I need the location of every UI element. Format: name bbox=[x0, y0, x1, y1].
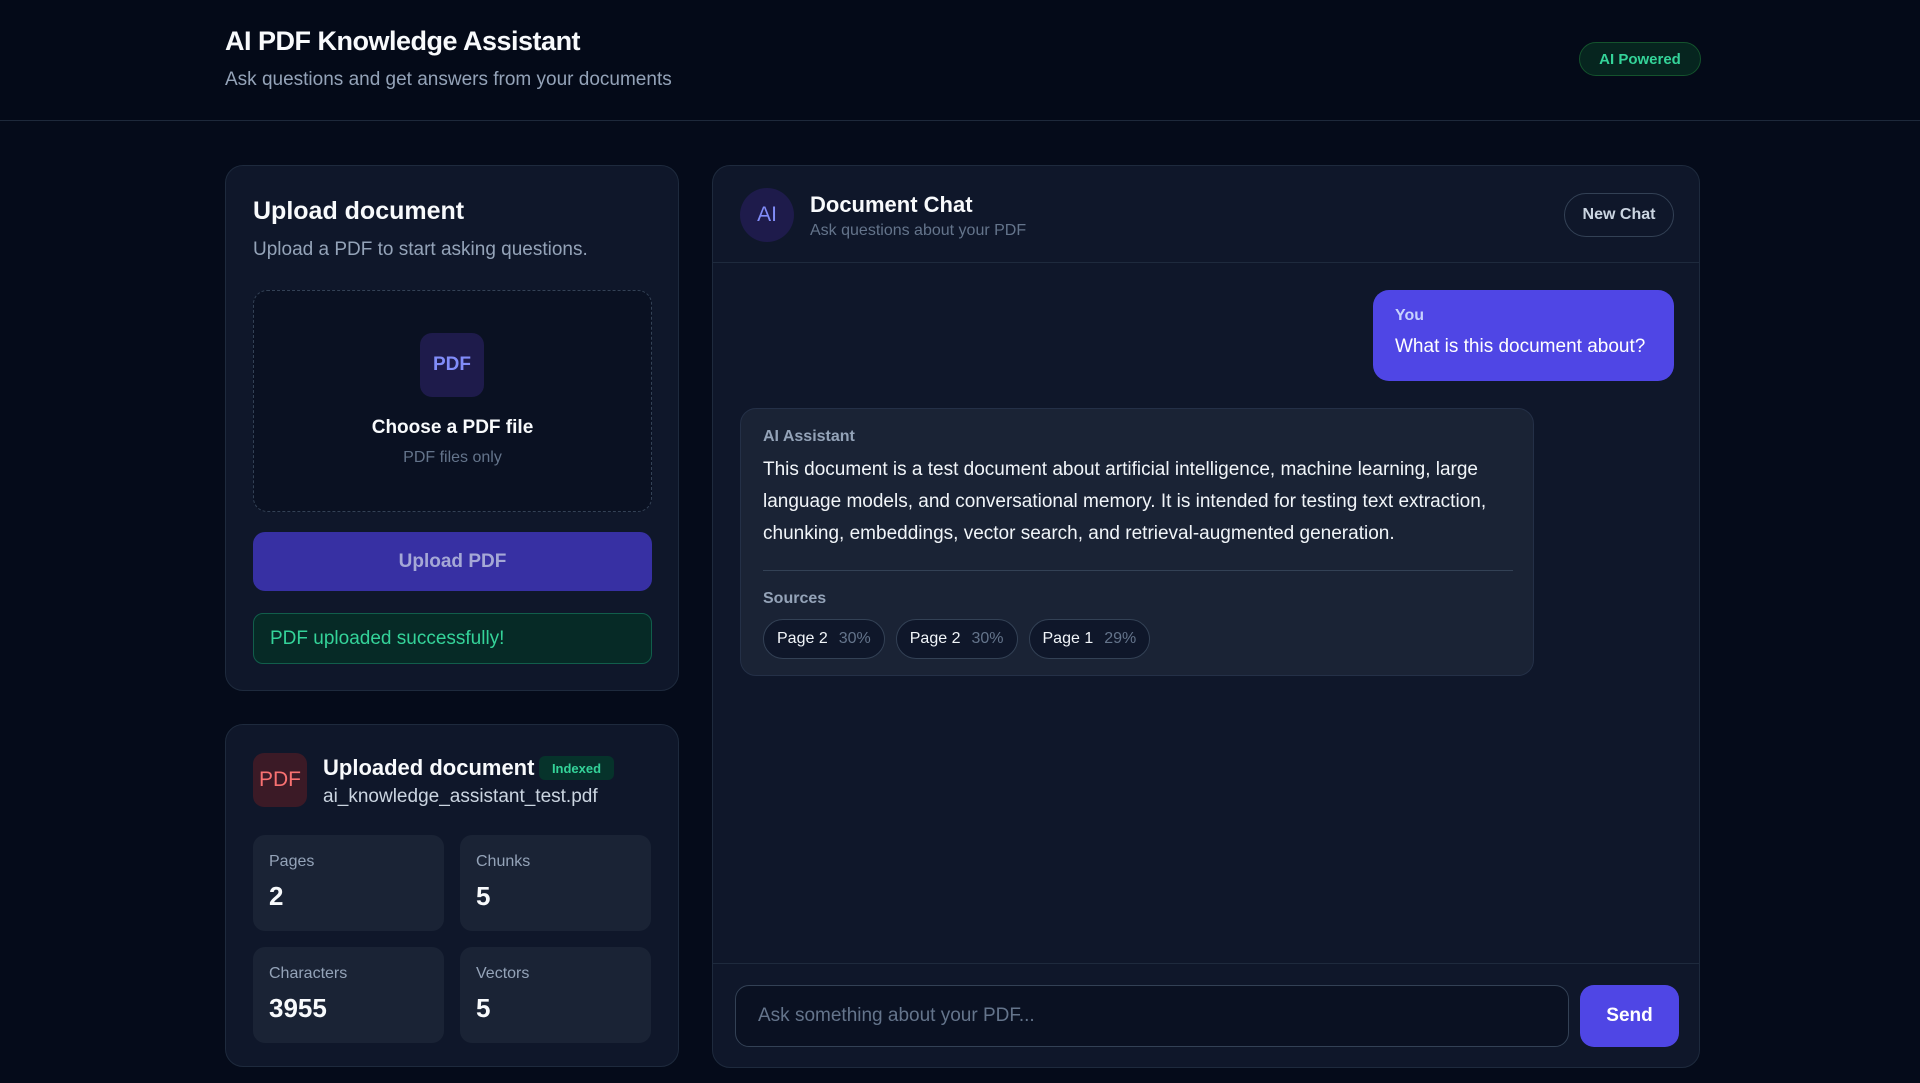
divider bbox=[763, 570, 1513, 571]
document-info-card: PDF Uploaded document Indexed ai_knowled… bbox=[225, 724, 679, 1067]
document-filename: ai_knowledge_assistant_test.pdf bbox=[323, 786, 598, 807]
stat-value: 5 bbox=[476, 881, 491, 911]
message-text: This document is a test document about a… bbox=[763, 459, 1487, 544]
chat-input[interactable] bbox=[735, 985, 1569, 1047]
upload-success-message: PDF uploaded successfully! bbox=[253, 613, 652, 664]
pdf-file-icon: PDF bbox=[420, 333, 484, 397]
stat-label: Characters bbox=[269, 965, 348, 982]
file-dropzone[interactable]: PDF Choose a PDF file PDF files only bbox=[253, 290, 652, 512]
ai-powered-badge: AI Powered bbox=[1579, 42, 1701, 76]
stat-label: Vectors bbox=[476, 965, 530, 982]
chat-subtitle: Ask questions about your PDF bbox=[810, 222, 1027, 239]
message-sender: You bbox=[1395, 307, 1425, 324]
upload-title: Upload document bbox=[253, 197, 465, 225]
stat-value: 2 bbox=[269, 881, 284, 911]
app-header: AI PDF Knowledge Assistant Ask questions… bbox=[0, 0, 1920, 121]
chat-input-bar: Send bbox=[713, 963, 1699, 1067]
pdf-document-icon: PDF bbox=[253, 753, 307, 807]
chat-panel: AI Document Chat Ask questions about you… bbox=[712, 165, 1700, 1068]
upload-subtitle: Upload a PDF to start asking questions. bbox=[253, 239, 588, 260]
source-chip[interactable]: Page 1 29% bbox=[1028, 619, 1151, 659]
source-page: Page 1 bbox=[1042, 630, 1094, 647]
source-score: 29% bbox=[1104, 630, 1137, 647]
stat-vectors: Vectors 5 bbox=[460, 947, 651, 1043]
indexed-badge: Indexed bbox=[539, 756, 614, 780]
stat-characters: Characters 3955 bbox=[253, 947, 444, 1043]
send-button[interactable]: Send bbox=[1580, 985, 1679, 1047]
chat-header: AI Document Chat Ask questions about you… bbox=[713, 166, 1699, 263]
source-chip[interactable]: Page 2 30% bbox=[895, 619, 1018, 659]
stat-value: 3955 bbox=[269, 993, 327, 1023]
upload-pdf-button[interactable]: Upload PDF bbox=[253, 532, 652, 591]
source-score: 30% bbox=[838, 630, 871, 647]
assistant-message: AI Assistant This document is a test doc… bbox=[740, 408, 1534, 676]
upload-card: Upload document Upload a PDF to start as… bbox=[225, 165, 679, 691]
file-type-hint: PDF files only bbox=[403, 449, 502, 466]
new-chat-button[interactable]: New Chat bbox=[1564, 193, 1674, 237]
source-score: 30% bbox=[971, 630, 1004, 647]
message-sender: AI Assistant bbox=[763, 428, 855, 445]
app-subtitle: Ask questions and get answers from your … bbox=[225, 69, 672, 90]
ai-avatar: AI bbox=[740, 188, 794, 242]
stat-chunks: Chunks 5 bbox=[460, 835, 651, 931]
message-text: What is this document about? bbox=[1395, 336, 1646, 357]
stat-label: Pages bbox=[269, 853, 315, 870]
stat-value: 5 bbox=[476, 993, 491, 1023]
stat-pages: Pages 2 bbox=[253, 835, 444, 931]
source-page: Page 2 bbox=[909, 630, 961, 647]
choose-file-label: Choose a PDF file bbox=[371, 417, 534, 438]
source-chip[interactable]: Page 2 30% bbox=[763, 619, 885, 659]
sources-label: Sources bbox=[763, 590, 827, 607]
app-title: AI PDF Knowledge Assistant bbox=[225, 26, 581, 56]
stat-label: Chunks bbox=[476, 853, 531, 870]
user-message: You What is this document about? bbox=[1373, 290, 1674, 381]
sources-list: Page 2 30% Page 2 30% Page 1 29% bbox=[763, 619, 1151, 659]
chat-title: Document Chat bbox=[810, 192, 973, 217]
document-title: Uploaded document bbox=[323, 755, 535, 780]
source-page: Page 2 bbox=[777, 630, 828, 647]
